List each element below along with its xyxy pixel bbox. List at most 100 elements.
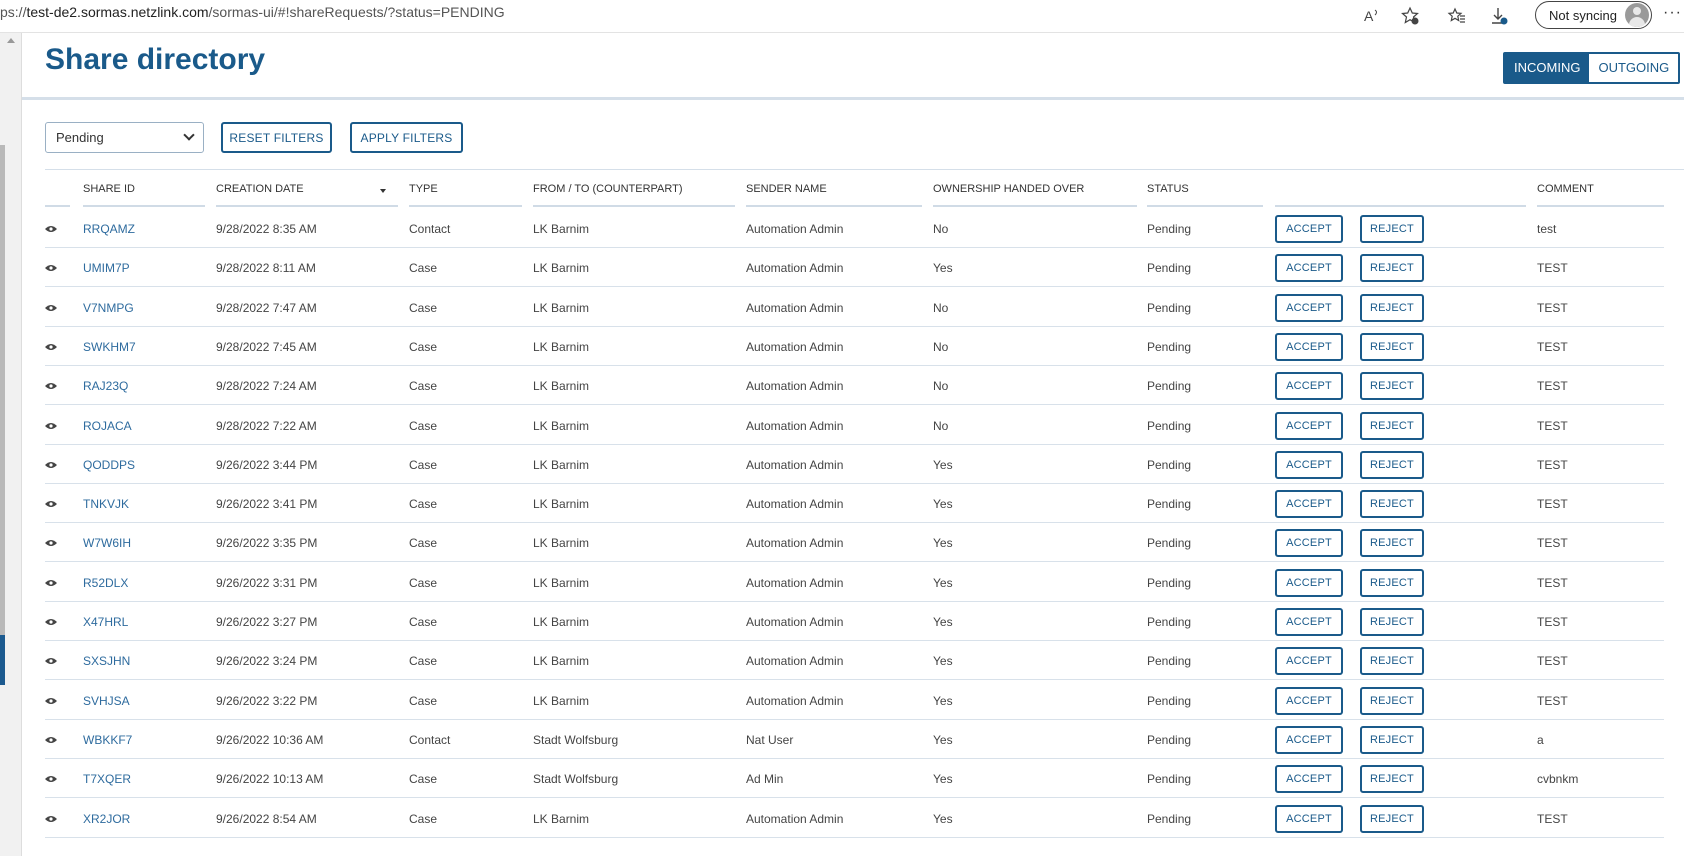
share-id-link[interactable]: XR2JOR (83, 812, 130, 826)
header-type[interactable]: TYPE (409, 183, 438, 195)
header-status[interactable]: STATUS (1147, 183, 1189, 195)
accept-button[interactable]: ACCEPT (1275, 725, 1343, 754)
share-id-link[interactable]: TNKVJK (83, 497, 129, 511)
table-row[interactable]: QODDPS 9/26/2022 3:44 PM Case LK Barnim Auto… (45, 445, 1664, 484)
add-favorite-icon[interactable] (1397, 3, 1423, 29)
table-row[interactable]: XR2JOR 9/26/2022 8:54 AM Case LK Barnim Auto… (45, 799, 1664, 838)
downloads-icon[interactable] (1486, 3, 1512, 29)
table-row[interactable]: T7XQER 9/26/2022 10:13 AM Case Stadt Wolfsb… (45, 759, 1664, 799)
view-eye-icon[interactable] (45, 697, 57, 705)
share-id-link[interactable]: W7W6IH (83, 536, 131, 550)
reject-button[interactable]: REJECT (1360, 647, 1424, 676)
share-id-link[interactable]: V7NMPG (83, 301, 134, 315)
view-eye-icon[interactable] (45, 736, 57, 744)
view-eye-icon[interactable] (45, 657, 57, 665)
table-row[interactable]: TNKVJK 9/26/2022 3:41 PM Case LK Barnim Auto… (45, 484, 1664, 524)
share-id-link[interactable]: QODDPS (83, 458, 135, 472)
accept-button[interactable]: ACCEPT (1275, 293, 1343, 322)
header-ownership[interactable]: OWNERSHIP HANDED OVER (933, 183, 1084, 195)
address-bar[interactable]: ps://test-de2.sormas.netzlink.com/sormas… (0, 4, 505, 20)
share-id-link[interactable]: ROJACA (83, 419, 132, 433)
reject-button[interactable]: REJECT (1360, 411, 1424, 440)
reject-button[interactable]: REJECT (1360, 254, 1424, 283)
view-eye-icon[interactable] (45, 539, 57, 547)
reject-button[interactable]: REJECT (1360, 686, 1424, 715)
accept-button[interactable]: ACCEPT (1275, 686, 1343, 715)
favorites-icon[interactable] (1444, 3, 1470, 29)
table-row[interactable]: SVHJSA 9/26/2022 3:22 PM Case LK Barnim Auto… (45, 681, 1664, 720)
header-share-id[interactable]: SHARE ID (83, 183, 135, 195)
reject-button[interactable]: REJECT (1360, 332, 1424, 361)
accept-button[interactable]: ACCEPT (1275, 411, 1343, 440)
header-from-to[interactable]: FROM / TO (COUNTERPART) (533, 183, 683, 195)
header-sender-name[interactable]: SENDER NAME (746, 183, 827, 195)
share-id-link[interactable]: T7XQER (83, 772, 131, 786)
view-eye-icon[interactable] (45, 304, 57, 312)
accept-button[interactable]: ACCEPT (1275, 647, 1343, 676)
share-id-link[interactable]: RRQAMZ (83, 222, 135, 236)
table-row[interactable]: X47HRL 9/26/2022 3:27 PM Case LK Barnim Auto… (45, 602, 1664, 641)
reject-button[interactable]: REJECT (1360, 568, 1424, 597)
table-row[interactable]: RRQAMZ 9/28/2022 8:35 AM Contact LK Barnim A… (45, 209, 1664, 248)
accept-button[interactable]: ACCEPT (1275, 490, 1343, 519)
view-eye-icon[interactable] (45, 422, 57, 430)
reject-button[interactable]: REJECT (1360, 804, 1424, 833)
reject-button[interactable]: REJECT (1360, 608, 1424, 636)
view-eye-icon[interactable] (45, 775, 57, 783)
table-row[interactable]: WBKKF7 9/26/2022 10:36 AM Contact Stadt Wol… (45, 720, 1664, 759)
incoming-tab[interactable]: INCOMING (1505, 54, 1590, 82)
reject-button[interactable]: REJECT (1360, 293, 1424, 322)
reject-button[interactable]: REJECT (1360, 215, 1424, 243)
status-filter-select[interactable]: Pending (45, 122, 204, 153)
table-row[interactable]: RAJ23Q 9/28/2022 7:24 AM Case LK Barnim Auto… (45, 366, 1664, 406)
accept-button[interactable]: ACCEPT (1275, 529, 1343, 558)
view-eye-icon[interactable] (45, 815, 57, 823)
profile-sync-button[interactable]: Not syncing (1535, 1, 1652, 29)
accept-button[interactable]: ACCEPT (1275, 372, 1343, 401)
reject-button[interactable]: REJECT (1360, 529, 1424, 558)
share-id-link[interactable]: UMIM7P (83, 261, 130, 275)
table-row[interactable]: UMIM7P 9/28/2022 8:11 AM Case LK Barnim Auto… (45, 248, 1664, 288)
view-eye-icon[interactable] (45, 461, 57, 469)
reset-filters-button[interactable]: RESET FILTERS (221, 122, 332, 153)
read-aloud-icon[interactable]: A (1359, 3, 1385, 29)
accept-button[interactable]: ACCEPT (1275, 568, 1343, 597)
share-id-link[interactable]: WBKKF7 (83, 733, 132, 747)
view-eye-icon[interactable] (45, 225, 57, 233)
accept-button[interactable]: ACCEPT (1275, 765, 1343, 794)
apply-filters-button[interactable]: APPLY FILTERS (350, 122, 463, 153)
more-menu-icon[interactable]: ··· (1663, 4, 1682, 22)
table-row[interactable]: SXSJHN 9/26/2022 3:24 PM Case LK Barnim Auto… (45, 641, 1664, 681)
view-eye-icon[interactable] (45, 579, 57, 587)
header-comment[interactable]: COMMENT (1537, 183, 1594, 195)
header-creation-date[interactable]: CREATION DATE (216, 183, 304, 195)
accept-button[interactable]: ACCEPT (1275, 450, 1343, 479)
scroll-up-icon[interactable] (7, 38, 15, 43)
table-row[interactable]: V7NMPG 9/28/2022 7:47 AM Case LK Barnim Auto… (45, 288, 1664, 327)
accept-button[interactable]: ACCEPT (1275, 608, 1343, 636)
view-eye-icon[interactable] (45, 264, 57, 272)
reject-button[interactable]: REJECT (1360, 765, 1424, 794)
share-id-link[interactable]: SXSJHN (83, 654, 130, 668)
share-id-link[interactable]: X47HRL (83, 615, 128, 629)
table-row[interactable]: R52DLX 9/26/2022 3:31 PM Case LK Barnim Auto… (45, 563, 1664, 602)
view-eye-icon[interactable] (45, 343, 57, 351)
share-id-link[interactable]: SVHJSA (83, 694, 130, 708)
view-eye-icon[interactable] (45, 382, 57, 390)
reject-button[interactable]: REJECT (1360, 372, 1424, 401)
view-eye-icon[interactable] (45, 500, 57, 508)
reject-button[interactable]: REJECT (1360, 490, 1424, 519)
reject-button[interactable]: REJECT (1360, 725, 1424, 754)
reject-button[interactable]: REJECT (1360, 450, 1424, 479)
share-id-link[interactable]: R52DLX (83, 576, 128, 590)
table-row[interactable]: SWKHM7 9/28/2022 7:45 AM Case LK Barnim Auto… (45, 327, 1664, 366)
accept-button[interactable]: ACCEPT (1275, 254, 1343, 283)
view-eye-icon[interactable] (45, 618, 57, 626)
sort-desc-icon[interactable] (380, 189, 386, 193)
share-id-link[interactable]: SWKHM7 (83, 340, 136, 354)
table-row[interactable]: ROJACA 9/28/2022 7:22 AM Case LK Barnim Auto… (45, 406, 1664, 445)
accept-button[interactable]: ACCEPT (1275, 215, 1343, 243)
outgoing-tab[interactable]: OUTGOING (1589, 54, 1679, 82)
accept-button[interactable]: ACCEPT (1275, 332, 1343, 361)
share-id-link[interactable]: RAJ23Q (83, 379, 128, 393)
